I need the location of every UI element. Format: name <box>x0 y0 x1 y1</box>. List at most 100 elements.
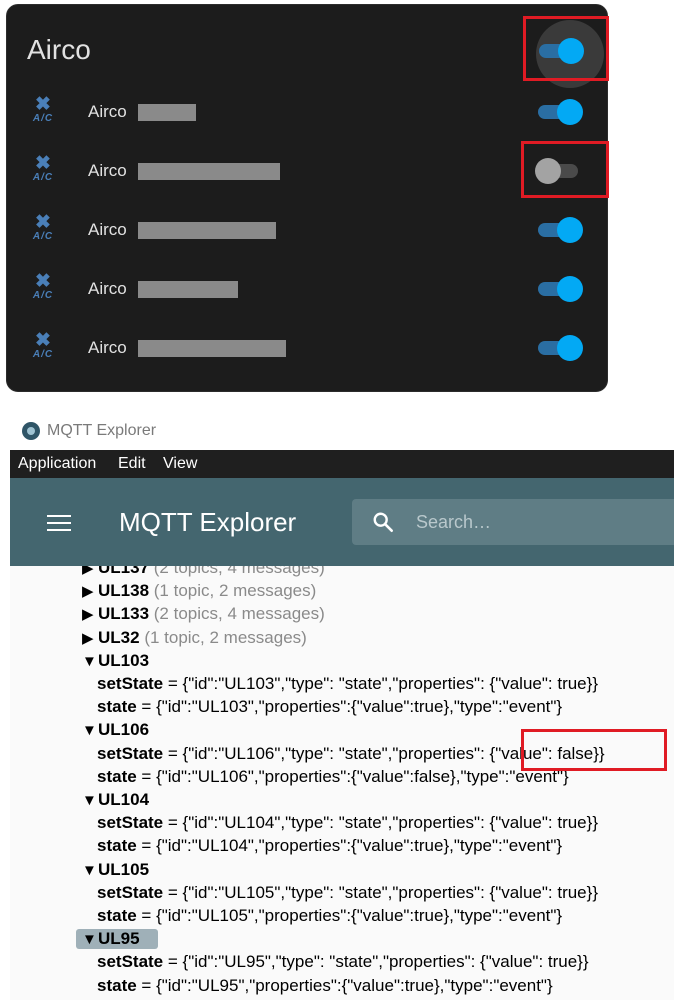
air-conditioner-icon: ✖ A/C <box>26 154 60 190</box>
topic-node[interactable]: ▼UL105 <box>82 860 149 880</box>
redacted-name-block <box>138 163 280 180</box>
collapsed-arrow-icon: ▶ <box>82 629 94 647</box>
topic-leaf-state[interactable]: state = {"id":"UL95","properties":{"valu… <box>97 976 553 996</box>
entity-name: Airco <box>88 161 127 180</box>
entity-name: Airco <box>88 102 127 121</box>
hamburger-menu-icon[interactable] <box>47 515 71 531</box>
entity-toggle[interactable] <box>538 275 583 303</box>
highlight-box-false-value <box>521 729 667 771</box>
ac-icon-label: A/C <box>32 172 54 183</box>
collapsed-arrow-icon: ▶ <box>82 583 94 601</box>
topic-leaf-state[interactable]: state = {"id":"UL104","properties":{"val… <box>97 836 562 856</box>
topic-name: UL106 <box>98 720 150 740</box>
topic-summary: (2 topics, 4 messages) <box>153 604 325 624</box>
topic-value: {"id":"UL106","properties":{"value":fals… <box>156 766 569 786</box>
equals-sign: = <box>136 766 157 786</box>
search-input[interactable] <box>414 507 668 537</box>
topic-leaf-setstate[interactable]: setState = {"id":"UL103","type": "state"… <box>97 674 598 694</box>
topic-leaf-setstate[interactable]: setState = {"id":"UL104","type": "state"… <box>97 813 598 833</box>
topic-leaf-setstate[interactable]: setState = {"id":"UL95","type": "state",… <box>97 952 589 972</box>
menu-application[interactable]: Application <box>18 455 96 473</box>
topic-node[interactable]: ▼UL104 <box>82 790 149 810</box>
topic-tree: ▶ UL137 (2 topics, 4 messages) ▶ UL138 (1 t… <box>10 566 674 1000</box>
collapsed-arrow-icon: ▶ <box>82 606 94 624</box>
highlight-box-row-toggle <box>521 141 609 198</box>
topic-value: {"id":"UL95","type": "state","properties… <box>182 952 589 972</box>
ac-icon-label: A/C <box>32 349 54 360</box>
toggle-knob <box>557 217 583 243</box>
ac-icon-label: A/C <box>32 113 54 124</box>
topic-node[interactable]: ▼UL103 <box>82 651 149 671</box>
topic-node[interactable]: ▼UL106 <box>82 720 149 740</box>
entity-toggle[interactable] <box>538 216 583 244</box>
ac-icon-label: A/C <box>32 290 54 301</box>
topic-value: {"id":"UL105","type": "state","propertie… <box>182 882 598 902</box>
topic-node[interactable]: ▶ UL138 (1 topic, 2 messages) <box>82 581 316 601</box>
expanded-arrow-icon: ▼ <box>82 652 97 670</box>
topic-key: setState <box>97 743 164 763</box>
search-icon <box>373 512 393 532</box>
equals-sign: = <box>163 743 183 763</box>
topic-name: UL104 <box>98 790 150 809</box>
topic-node[interactable]: ▶ UL133 (2 topics, 4 messages) <box>82 604 325 624</box>
topic-name: UL138 <box>98 581 150 601</box>
topic-key: state <box>97 836 137 856</box>
airco-screenshot: Airco ✖ A/C Airco ✖ A/C Airco ✖ A/C Airco ✖ A/C Air… <box>0 0 674 408</box>
fan-icon: ✖ <box>35 271 51 292</box>
topic-node[interactable]: ▶ UL32 (1 topic, 2 messages) <box>82 628 307 648</box>
topic-leaf-state[interactable]: state = {"id":"UL105","properties":{"val… <box>97 906 562 926</box>
equals-sign: = <box>136 697 157 717</box>
app-bar: MQTT Explorer <box>10 478 674 566</box>
entity-name: Airco <box>88 220 127 239</box>
topic-node[interactable]: ▼UL95 <box>82 929 140 949</box>
topic-key: setState <box>97 882 164 902</box>
topic-value: {"id":"UL105","properties":{"value":true… <box>156 906 563 925</box>
topic-value: {"id":"UL104","properties":{"value":true… <box>156 836 563 856</box>
air-conditioner-icon: ✖ A/C <box>26 272 60 308</box>
fan-icon: ✖ <box>35 330 51 351</box>
menu-view[interactable]: View <box>163 455 197 473</box>
search-box <box>352 499 674 545</box>
title-bar: MQTT Explorer <box>10 410 674 450</box>
topic-name: UL95 <box>98 929 140 949</box>
mqtt-explorer-window: MQTT Explorer Application Edit View MQTT… <box>10 410 674 1000</box>
topic-key: state <box>97 906 137 925</box>
entity-toggle[interactable] <box>538 334 583 362</box>
equals-sign: = <box>136 906 157 925</box>
expanded-arrow-icon: ▼ <box>82 931 97 949</box>
expanded-arrow-icon: ▼ <box>82 792 97 809</box>
toggle-knob <box>557 99 583 125</box>
menu-bar: Application Edit View <box>10 450 674 478</box>
entity-name: Airco <box>88 279 127 298</box>
equals-sign: = <box>163 813 183 833</box>
topic-summary: (2 topics, 4 messages) <box>153 566 325 577</box>
redacted-name-block <box>138 222 276 239</box>
menu-edit[interactable]: Edit <box>118 455 146 473</box>
equals-sign: = <box>136 836 157 856</box>
topic-name: UL137 <box>98 566 150 577</box>
topic-key: state <box>97 975 137 995</box>
topic-name: UL32 <box>98 627 140 647</box>
topic-leaf-state[interactable]: state = {"id":"UL103","properties":{"val… <box>97 697 562 717</box>
topic-leaf-state[interactable]: state = {"id":"UL106","properties":{"val… <box>97 767 569 787</box>
topic-name: UL103 <box>98 650 150 670</box>
topic-value: {"id":"UL103","properties":{"value":true… <box>156 697 563 717</box>
redacted-name-block <box>138 104 196 121</box>
expanded-arrow-icon: ▼ <box>82 861 97 879</box>
window-title: MQTT Explorer <box>47 422 157 439</box>
app-title: MQTT Explorer <box>119 507 297 537</box>
topic-leaf-setstate[interactable]: setState = {"id":"UL105","type": "state"… <box>97 883 598 903</box>
toggle-knob <box>557 276 583 302</box>
topic-node[interactable]: ▶ UL137 (2 topics, 4 messages) <box>82 566 325 578</box>
air-conditioner-icon: ✖ A/C <box>26 331 60 367</box>
ac-icon-label: A/C <box>32 231 54 242</box>
equals-sign: = <box>136 975 157 995</box>
equals-sign: = <box>163 952 183 972</box>
topic-name: UL105 <box>98 859 150 879</box>
equals-sign: = <box>163 674 183 693</box>
equals-sign: = <box>163 882 183 902</box>
entity-toggle[interactable] <box>538 98 583 126</box>
topic-key: setState <box>97 952 164 972</box>
air-conditioner-icon: ✖ A/C <box>26 95 60 131</box>
topic-value: {"id":"UL95","properties":{"value":true}… <box>156 975 553 995</box>
